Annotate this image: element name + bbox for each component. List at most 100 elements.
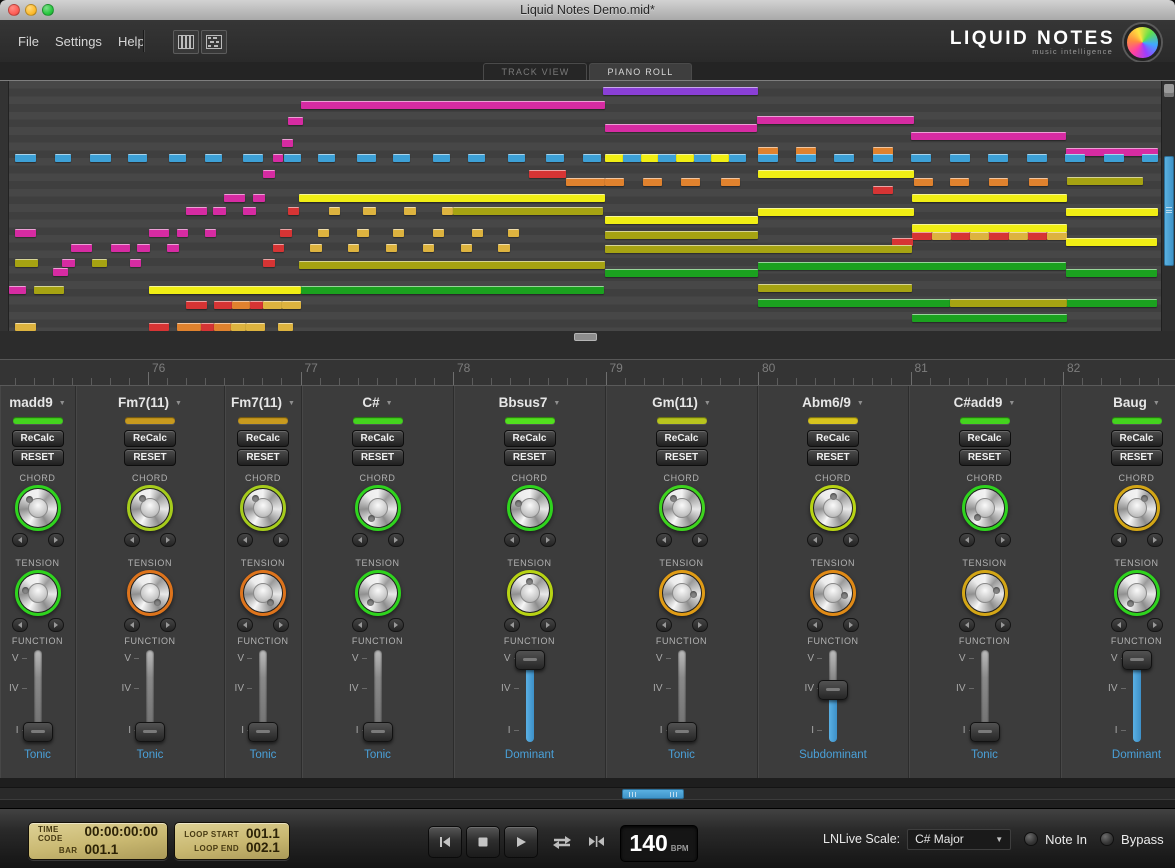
midi-note[interactable]: [605, 178, 624, 186]
menu-help[interactable]: Help: [118, 34, 145, 49]
recalc-button[interactable]: ReCalc: [504, 430, 556, 447]
tension-knob[interactable]: [240, 570, 286, 616]
knob-next-button[interactable]: [692, 533, 708, 547]
midi-note[interactable]: [149, 323, 169, 331]
midi-note[interactable]: [603, 87, 758, 95]
midi-note[interactable]: [243, 207, 256, 215]
midi-note[interactable]: [149, 286, 301, 294]
horizontal-scrollbar-thumb[interactable]: [622, 789, 684, 799]
midi-note[interactable]: [357, 229, 369, 237]
recalc-button[interactable]: ReCalc: [352, 430, 404, 447]
function-slider-track[interactable]: [1133, 650, 1141, 742]
midi-note[interactable]: [250, 301, 263, 309]
midi-note[interactable]: [623, 154, 641, 162]
midi-note[interactable]: [729, 154, 746, 162]
midi-note[interactable]: [643, 178, 662, 186]
midi-note[interactable]: [288, 117, 303, 125]
play-button[interactable]: [504, 826, 538, 858]
reset-button[interactable]: RESET: [12, 449, 64, 466]
midi-note[interactable]: [711, 154, 729, 162]
function-slider-handle[interactable]: [970, 722, 1000, 742]
midi-note[interactable]: [246, 323, 265, 331]
midi-note[interactable]: [758, 170, 914, 178]
chord-name-select[interactable]: Baug▼: [1061, 395, 1175, 410]
knob-prev-button[interactable]: [1111, 533, 1127, 547]
midi-note[interactable]: [914, 178, 933, 186]
midi-note[interactable]: [468, 154, 485, 162]
midi-note[interactable]: [721, 178, 740, 186]
recalc-button[interactable]: ReCalc: [12, 430, 64, 447]
midi-note[interactable]: [243, 154, 263, 162]
midi-note[interactable]: [989, 178, 1008, 186]
knob-next-button[interactable]: [540, 533, 556, 547]
knob-next-button[interactable]: [1147, 618, 1163, 632]
midi-note[interactable]: [329, 207, 340, 215]
function-slider[interactable]: VIVI: [76, 650, 224, 750]
tension-knob[interactable]: [962, 570, 1008, 616]
knob-next-button[interactable]: [388, 618, 404, 632]
knob-next-button[interactable]: [995, 533, 1011, 547]
midi-note[interactable]: [393, 154, 410, 162]
midi-note[interactable]: [15, 229, 36, 237]
chord-name-select[interactable]: Abm6/9▼: [758, 395, 908, 410]
chord-name-select[interactable]: Fm7(11)▼: [76, 395, 224, 410]
midi-note[interactable]: [970, 232, 989, 240]
midi-note[interactable]: [284, 154, 301, 162]
midi-note[interactable]: [758, 154, 778, 162]
function-slider[interactable]: VIVI: [758, 650, 908, 750]
chord-knob[interactable]: [240, 485, 286, 531]
midi-note[interactable]: [9, 286, 26, 294]
midi-note[interactable]: [912, 232, 932, 240]
tension-knob[interactable]: [1114, 570, 1160, 616]
midi-note[interactable]: [1065, 154, 1085, 162]
knob-prev-button[interactable]: [352, 533, 368, 547]
midi-note[interactable]: [950, 299, 1067, 307]
knob-prev-button[interactable]: [807, 618, 823, 632]
midi-note[interactable]: [433, 154, 450, 162]
recalc-button[interactable]: ReCalc: [124, 430, 176, 447]
midi-note[interactable]: [461, 244, 472, 252]
knob-next-button[interactable]: [995, 618, 1011, 632]
midi-note[interactable]: [318, 154, 335, 162]
chord-name-select[interactable]: C#add9▼: [909, 395, 1060, 410]
knob-prev-button[interactable]: [124, 533, 140, 547]
vertical-scrollbar[interactable]: [1161, 81, 1175, 331]
recalc-button[interactable]: ReCalc: [959, 430, 1011, 447]
tab-piano-roll[interactable]: PIANO ROLL: [589, 63, 691, 80]
function-slider-track[interactable]: [526, 650, 534, 742]
midi-note[interactable]: [111, 244, 130, 252]
midi-note[interactable]: [641, 154, 659, 162]
loop-toggle-icon[interactable]: [551, 835, 573, 853]
stop-button[interactable]: [466, 826, 500, 858]
function-slider-track[interactable]: [34, 650, 42, 742]
midi-note[interactable]: [263, 301, 282, 309]
midi-note[interactable]: [263, 170, 275, 178]
midi-note[interactable]: [282, 139, 293, 147]
midi-note[interactable]: [583, 154, 601, 162]
midi-note[interactable]: [508, 154, 525, 162]
bar-ruler[interactable]: 76777879808182: [0, 360, 1175, 385]
midi-note[interactable]: [757, 116, 914, 124]
function-slider-handle[interactable]: [363, 722, 393, 742]
knob-prev-button[interactable]: [12, 618, 28, 632]
midi-note[interactable]: [498, 244, 510, 252]
midi-note[interactable]: [288, 207, 299, 215]
midi-note[interactable]: [605, 269, 758, 277]
knob-prev-button[interactable]: [656, 533, 672, 547]
function-slider-handle[interactable]: [515, 650, 545, 670]
midi-note[interactable]: [453, 207, 603, 215]
chord-knob[interactable]: [15, 485, 61, 531]
tension-knob[interactable]: [507, 570, 553, 616]
punch-marker-icon[interactable]: [588, 835, 605, 851]
knob-prev-button[interactable]: [237, 618, 253, 632]
function-slider-handle[interactable]: [23, 722, 53, 742]
midi-note[interactable]: [758, 262, 1066, 270]
midi-note[interactable]: [71, 244, 92, 252]
midi-note[interactable]: [758, 284, 912, 292]
midi-note[interactable]: [214, 323, 231, 331]
midi-note[interactable]: [911, 132, 1066, 140]
midi-note[interactable]: [681, 178, 700, 186]
midi-note[interactable]: [911, 154, 931, 162]
function-slider[interactable]: VIVI: [606, 650, 757, 750]
midi-note[interactable]: [1067, 299, 1157, 307]
